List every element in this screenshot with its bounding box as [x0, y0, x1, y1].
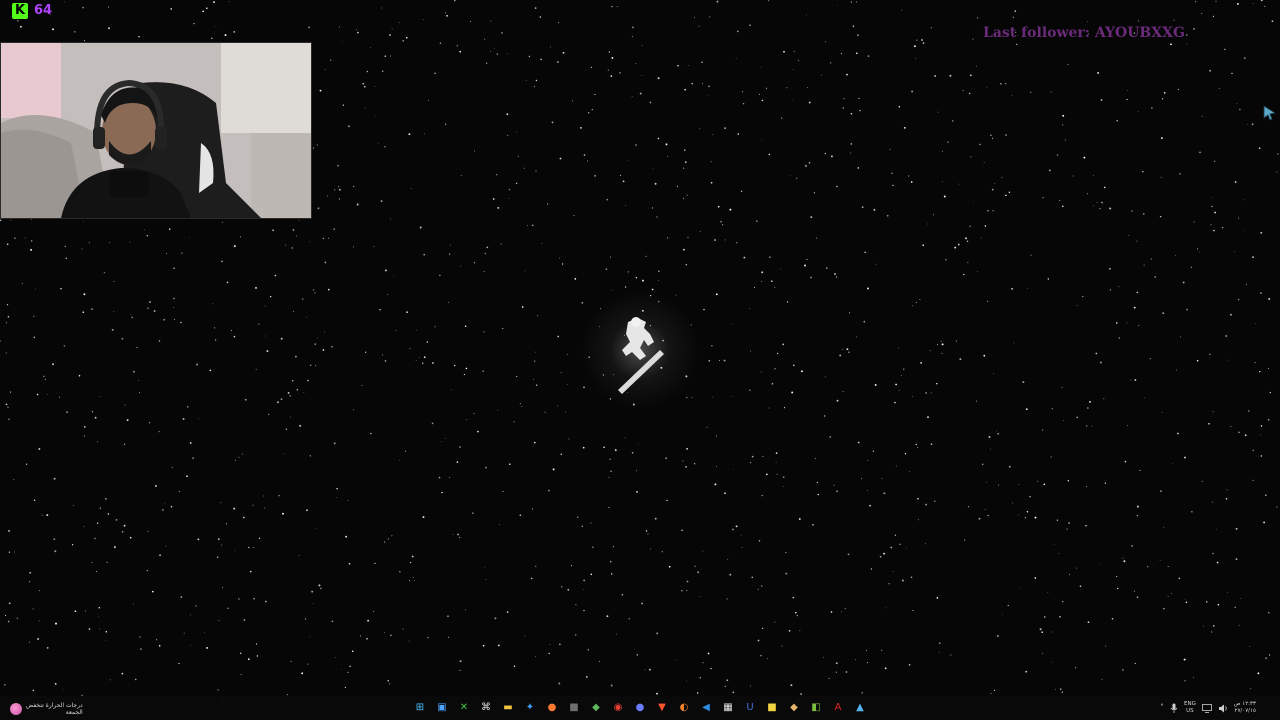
- discord-icon[interactable]: ●: [632, 700, 648, 716]
- system-tray: ˄ ENG US ١٢:٣٣ ص ٢٧/٠٧/١٥: [1160, 699, 1256, 717]
- notes-icon[interactable]: ■: [764, 700, 780, 716]
- chevron-up-icon[interactable]: ˄: [1160, 703, 1164, 713]
- vscode-icon[interactable]: ◀: [698, 700, 714, 716]
- language-indicator[interactable]: ENG US: [1184, 701, 1196, 715]
- viewer-count: 64: [34, 3, 53, 18]
- volume-icon[interactable]: [1218, 704, 1228, 713]
- weather-widget[interactable]: درجات الحرارة تنخفض الجمعة: [10, 700, 83, 718]
- bitwarden-icon[interactable]: U: [742, 700, 758, 716]
- mouse-cursor-icon: [1263, 105, 1277, 121]
- brave-icon[interactable]: ▼: [654, 700, 670, 716]
- task-view-icon[interactable]: ▣: [434, 700, 450, 716]
- taskbar-pinned-apps: ⊞ ▣ ✕ ⌘ ▬ ✦ ● ■ ◆ ◉ ● ▼ ◐ ◀ ▦ U ■ ◆ ◧ A ▲: [412, 700, 868, 716]
- windows-start-icon[interactable]: ⊞: [412, 700, 428, 716]
- microphone-icon[interactable]: [1170, 703, 1178, 713]
- calculator-icon[interactable]: ▦: [720, 700, 736, 716]
- lang-line-2: US: [1186, 708, 1194, 714]
- minecraft-launcher-icon[interactable]: ◧: [808, 700, 824, 716]
- file-explorer-icon[interactable]: ▬: [500, 700, 516, 716]
- kick-viewer-badge: K 64: [12, 3, 52, 19]
- minecraft-icon[interactable]: ◆: [588, 700, 604, 716]
- lang-line-1: ENG: [1184, 701, 1196, 707]
- chrome-icon[interactable]: ◉: [610, 700, 626, 716]
- desktop: K 64 Last follower: AYOUBXXG درجات الحرا…: [0, 0, 1280, 720]
- clock-date: ٢٧/٠٧/١٥: [1234, 708, 1256, 714]
- weather-line-2: الجمعة: [65, 709, 83, 716]
- obs-icon[interactable]: ⌘: [478, 700, 494, 716]
- weather-moon-icon: [10, 703, 22, 715]
- sandwich-icon[interactable]: ◆: [786, 700, 802, 716]
- last-follower-label: Last follower: AYOUBXXG: [983, 25, 1185, 41]
- app-icon[interactable]: ■: [566, 700, 582, 716]
- clock[interactable]: ١٢:٣٣ ص ٢٧/٠٧/١٥: [1234, 701, 1256, 715]
- firefox-icon[interactable]: ●: [544, 700, 560, 716]
- webcam-overlay: [0, 42, 312, 219]
- clock-time: ١٢:٣٣ ص: [1233, 701, 1256, 707]
- xbox-icon[interactable]: ✕: [456, 700, 472, 716]
- blender-icon[interactable]: ◐: [676, 700, 692, 716]
- photos-icon[interactable]: ▲: [852, 700, 868, 716]
- acrobat-icon[interactable]: A: [830, 700, 846, 716]
- network-icon[interactable]: [1201, 703, 1212, 713]
- kick-logo-icon: K: [12, 3, 28, 19]
- weather-line-1: درجات الحرارة تنخفض: [26, 702, 83, 709]
- weather-text: درجات الحرارة تنخفض الجمعة: [26, 702, 83, 716]
- copilot-icon[interactable]: ✦: [522, 700, 538, 716]
- surfer-figure: [618, 317, 664, 394]
